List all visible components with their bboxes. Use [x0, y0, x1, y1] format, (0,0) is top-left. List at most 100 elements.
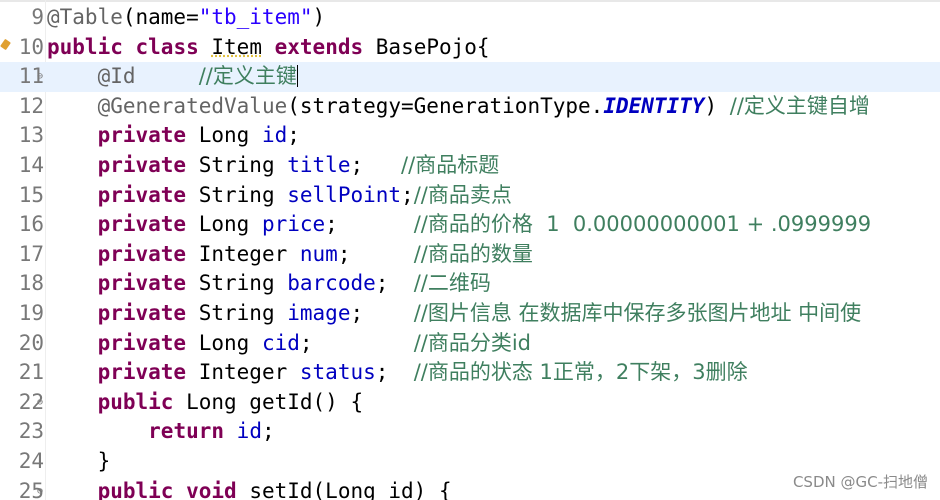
- code-token: @GeneratedValue: [97, 93, 288, 118]
- line-number-gutter: 23: [0, 417, 44, 447]
- line-number: 15: [18, 182, 44, 207]
- code-token: Long: [186, 123, 262, 148]
- line-number: 19: [18, 301, 44, 325]
- fold-toggle-icon[interactable]: ⊖: [37, 477, 43, 500]
- line-number-gutter: 19: [0, 299, 44, 329]
- code-text[interactable]: public Long getId() {: [47, 388, 364, 418]
- code-line[interactable]: 22 ⊖ public Long getId() {: [0, 388, 940, 418]
- code-token: (strategy=GenerationType.: [287, 93, 604, 118]
- code-text[interactable]: private String title; //商品标题: [47, 151, 500, 181]
- code-token: private: [97, 301, 187, 325]
- code-token: id: [261, 123, 288, 148]
- code-line[interactable]: 13 private Long id;: [0, 121, 940, 151]
- line-number: 24: [18, 449, 44, 473]
- code-text[interactable]: @GeneratedValue(strategy=GenerationType.…: [47, 92, 870, 122]
- code-token: ;: [375, 360, 414, 385]
- code-editor[interactable]: 9 @Table(name="tb_item") 10 public class It…: [0, 0, 940, 500]
- code-token: setId(Long id) {: [236, 478, 452, 500]
- line-number: 12: [18, 93, 44, 118]
- fold-toggle-icon[interactable]: ⊖: [37, 388, 43, 418]
- code-token: @Table: [47, 5, 123, 29]
- code-line[interactable]: 20 private Long cid; //商品分类id: [0, 329, 940, 359]
- code-token: //商品的状态 1正常，2下架，3删除: [413, 360, 748, 385]
- code-line[interactable]: 9 @Table(name="tb_item"): [0, 3, 940, 33]
- code-text[interactable]: private Integer num; //商品的数量: [47, 240, 533, 270]
- code-token: @Id: [97, 64, 136, 89]
- code-token: String: [186, 153, 288, 177]
- line-number-gutter: 21: [0, 358, 44, 388]
- code-text[interactable]: public class Item extends BasePojo{: [47, 33, 490, 63]
- code-token: Item: [211, 34, 262, 59]
- line-number: 13: [18, 123, 44, 148]
- code-text[interactable]: private Integer status; //商品的状态 1正常，2下架，…: [47, 358, 748, 388]
- code-token: class: [135, 34, 199, 59]
- code-token: ;: [401, 182, 414, 207]
- code-token: ;: [299, 330, 414, 355]
- code-token: ;: [337, 241, 414, 266]
- code-text[interactable]: private String barcode; //二维码: [47, 269, 491, 299]
- code-line[interactable]: 17 private Integer num; //商品的数量: [0, 240, 940, 270]
- code-line[interactable]: 18 private String barcode; //二维码: [0, 269, 940, 299]
- code-line[interactable]: 16 private Long price; //商品的价格 1 0.00000…: [0, 210, 940, 240]
- previous-line-clip: [0, 0, 940, 2]
- code-token: BasePojo{: [363, 34, 490, 59]
- code-line[interactable]: 23 return id;: [0, 417, 940, 447]
- code-token: return: [148, 419, 225, 444]
- code-line[interactable]: 10 public class Item extends BasePojo{: [0, 33, 940, 63]
- code-token: image: [287, 301, 351, 325]
- line-number-gutter: 18: [0, 269, 44, 299]
- code-text[interactable]: private String image; //图片信息 在数据库中保存多张图片…: [47, 299, 862, 329]
- code-token: cid: [261, 330, 300, 355]
- code-text[interactable]: private Long id;: [47, 121, 300, 151]
- code-token: private: [97, 212, 187, 237]
- fold-toggle-icon[interactable]: ⊖: [37, 62, 43, 92]
- line-number: 18: [18, 271, 44, 296]
- code-token: Integer: [186, 241, 300, 266]
- code-line[interactable]: 14 private String title; //商品标题: [0, 151, 940, 181]
- code-text[interactable]: @Id //定义主键: [47, 62, 298, 92]
- code-token: public: [47, 34, 123, 59]
- code-token: }: [47, 449, 111, 473]
- line-number-gutter: 15: [0, 181, 44, 211]
- code-token: private: [97, 271, 187, 296]
- code-token: private: [97, 330, 187, 355]
- code-text[interactable]: private Long price; //商品的价格 1 0.00000000…: [47, 210, 871, 240]
- line-number: 9: [31, 5, 44, 29]
- code-text[interactable]: private Long cid; //商品分类id: [47, 329, 531, 359]
- code-token: //定义主键: [198, 64, 297, 89]
- code-text[interactable]: @Table(name="tb_item"): [47, 3, 325, 33]
- code-line[interactable]: 12 @GeneratedValue(strategy=GenerationTy…: [0, 92, 940, 122]
- code-line[interactable]: 21 private Integer status; //商品的状态 1正常，2…: [0, 358, 940, 388]
- code-token: sellPoint: [287, 182, 402, 207]
- code-token: ;: [287, 123, 300, 148]
- code-line[interactable]: 19 private String image; //图片信息 在数据库中保存多…: [0, 299, 940, 329]
- code-text[interactable]: private String sellPoint;//商品卖点: [47, 181, 512, 211]
- code-token: String: [186, 182, 288, 207]
- line-number-gutter: 13: [0, 121, 44, 151]
- code-line[interactable]: 15 private String sellPoint;//商品卖点: [0, 181, 940, 211]
- code-token: String: [186, 271, 288, 296]
- code-text[interactable]: return id;: [47, 417, 274, 447]
- watermark: CSDN @GC-扫地僧: [792, 473, 928, 491]
- code-line[interactable]: 11 ⊖ @Id //定义主键: [0, 62, 940, 92]
- code-token: //二维码: [413, 271, 491, 296]
- line-number: 14: [18, 153, 44, 177]
- code-text[interactable]: public void setId(Long id) {: [47, 477, 452, 500]
- code-text[interactable]: }: [47, 447, 111, 477]
- code-token: ): [312, 5, 326, 29]
- text-cursor: [296, 65, 298, 88]
- line-number: 20: [18, 330, 44, 355]
- code-token: public: [97, 478, 174, 500]
